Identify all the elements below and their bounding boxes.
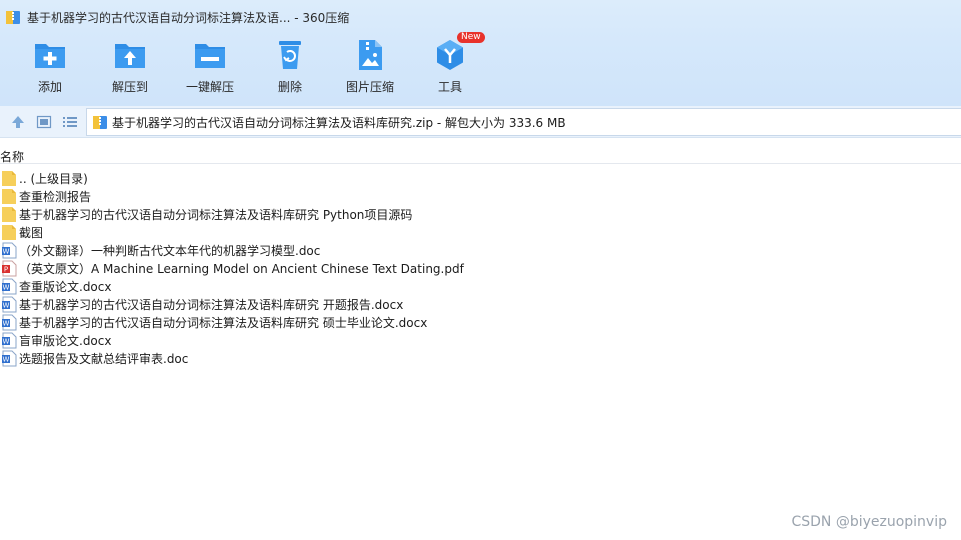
zip-file-icon <box>93 116 107 129</box>
app-window: 基于机器学习的古代汉语自动分词标注算法及语... - 360压缩 添加 解压到 … <box>0 0 961 540</box>
word-document-icon: W <box>2 278 17 294</box>
svg-text:W: W <box>3 283 10 291</box>
svg-text:W: W <box>3 337 10 345</box>
file-name: （英文原文）A Machine Learning Model on Ancien… <box>19 261 464 276</box>
file-name: 盲审版论文.docx <box>19 333 112 348</box>
column-header: 名称 <box>0 146 961 164</box>
toolbar-extract-to-button[interactable]: 解压到 <box>90 38 170 96</box>
list-item[interactable]: 截图 <box>0 223 961 241</box>
svg-text:W: W <box>3 301 10 309</box>
thumbnail-view-icon[interactable] <box>36 114 52 130</box>
archive-path-text: 基于机器学习的古代汉语自动分词标注算法及语料库研究.zip - 解包大小为 33… <box>112 115 566 130</box>
folder-icon <box>2 170 16 186</box>
list-item[interactable]: W 查重版论文.docx <box>0 277 961 295</box>
toolbar-extract-to-label: 解压到 <box>111 80 148 94</box>
add-icon <box>35 44 65 68</box>
file-name: 查重版论文.docx <box>19 279 112 294</box>
image-compress-icon <box>359 40 382 70</box>
word-document-icon: W <box>2 350 17 366</box>
toolbar-image-compress-label: 图片压缩 <box>345 80 394 94</box>
folder-icon <box>2 188 16 204</box>
file-name: 基于机器学习的古代汉语自动分词标注算法及语料库研究 硕士毕业论文.docx <box>19 315 428 330</box>
toolbar-add-button[interactable]: 添加 <box>10 38 90 96</box>
list-view-icon[interactable] <box>62 114 78 130</box>
word-document-icon: W <box>2 314 17 330</box>
tools-icon <box>437 40 463 70</box>
one-click-extract-icon <box>195 44 225 68</box>
file-name: .. (上级目录) <box>19 171 88 186</box>
recycle-bin-icon <box>279 41 301 69</box>
list-item[interactable]: W 基于机器学习的古代汉语自动分词标注算法及语料库研究 硕士毕业论文.docx <box>0 313 961 331</box>
folder-icon <box>2 224 16 240</box>
word-document-icon: W <box>2 242 17 258</box>
window-chrome: 基于机器学习的古代汉语自动分词标注算法及语... - 360压缩 添加 解压到 … <box>0 0 961 106</box>
list-item[interactable]: P （英文原文）A Machine Learning Model on Anci… <box>0 259 961 277</box>
column-name-header[interactable]: 名称 <box>0 148 24 165</box>
extract-to-icon <box>115 44 145 68</box>
list-item[interactable]: W （外文翻译）一种判断古代文本年代的机器学习模型.doc <box>0 241 961 259</box>
list-item[interactable]: 查重检测报告 <box>0 187 961 205</box>
word-document-icon: W <box>2 332 17 348</box>
file-name: 基于机器学习的古代汉语自动分词标注算法及语料库研究 Python项目源码 <box>19 207 413 222</box>
file-name: 选题报告及文献总结评审表.doc <box>19 351 189 366</box>
navigation-bar: 基于机器学习的古代汉语自动分词标注算法及语料库研究.zip - 解包大小为 33… <box>0 106 961 138</box>
toolbar-tools-label: 工具 <box>437 80 462 94</box>
toolbar-image-compress-button[interactable]: 图片压缩 <box>330 38 410 96</box>
new-badge: New <box>457 32 485 43</box>
toolbar-one-click-extract-label: 一键解压 <box>185 80 234 94</box>
word-document-icon: W <box>2 296 17 312</box>
file-name: 基于机器学习的古代汉语自动分词标注算法及语料库研究 开题报告.docx <box>19 297 404 312</box>
list-item[interactable]: W 盲审版论文.docx <box>0 331 961 349</box>
folder-icon <box>2 206 16 222</box>
toolbar-tools-button[interactable]: New 工具 <box>410 32 490 96</box>
toolbar-delete-label: 删除 <box>277 80 302 94</box>
list-item[interactable]: W 选题报告及文献总结评审表.doc <box>0 349 961 367</box>
toolbar-delete-button[interactable]: 删除 <box>250 38 330 96</box>
file-name: （外文翻译）一种判断古代文本年代的机器学习模型.doc <box>19 243 321 258</box>
svg-text:W: W <box>3 355 10 363</box>
file-list: .. (上级目录) 查重检测报告 基于机器学习的古代汉语自动分词标注算法及语料库… <box>0 169 961 367</box>
svg-text:W: W <box>3 319 10 327</box>
csdn-watermark: CSDN @biyezuopinvip <box>791 514 947 530</box>
file-name: 截图 <box>19 225 44 240</box>
pdf-document-icon: P <box>2 260 17 276</box>
toolbar-one-click-extract-button[interactable]: 一键解压 <box>170 38 250 96</box>
toolbar: 添加 解压到 一键解压 删除 图片压缩 New 工具 <box>0 32 961 98</box>
list-item[interactable]: 基于机器学习的古代汉语自动分词标注算法及语料库研究 Python项目源码 <box>0 205 961 223</box>
title-bar: 基于机器学习的古代汉语自动分词标注算法及语... - 360压缩 <box>0 0 961 34</box>
svg-text:P: P <box>4 265 8 273</box>
up-arrow-icon[interactable] <box>10 114 26 130</box>
archive-app-icon <box>6 11 20 24</box>
file-name: 查重检测报告 <box>19 189 92 204</box>
list-item-parent-directory[interactable]: .. (上级目录) <box>0 169 961 187</box>
address-bar[interactable]: 基于机器学习的古代汉语自动分词标注算法及语料库研究.zip - 解包大小为 33… <box>86 108 961 136</box>
toolbar-add-label: 添加 <box>37 80 62 94</box>
list-item[interactable]: W 基于机器学习的古代汉语自动分词标注算法及语料库研究 开题报告.docx <box>0 295 961 313</box>
window-title: 基于机器学习的古代汉语自动分词标注算法及语... - 360压缩 <box>27 10 350 25</box>
svg-text:W: W <box>3 247 10 255</box>
